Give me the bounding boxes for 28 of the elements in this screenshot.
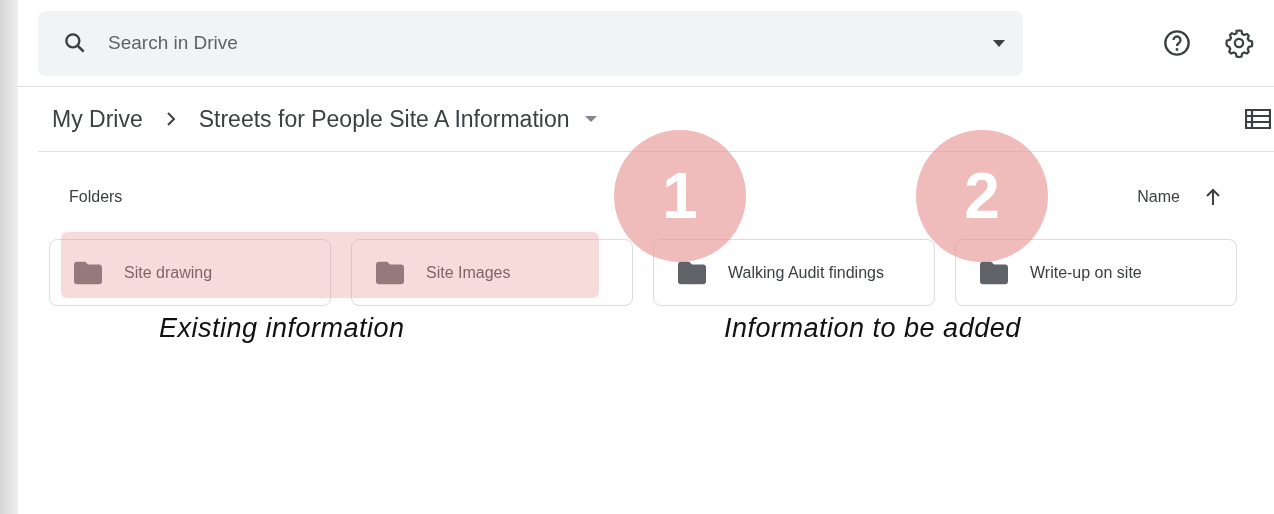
folder-icon [980, 260, 1008, 285]
settings-icon[interactable] [1224, 28, 1254, 58]
search-field[interactable]: Search in Drive [106, 27, 973, 59]
folder-card[interactable]: Site Images [351, 239, 633, 306]
folder-icon [678, 260, 706, 285]
sort-arrow-icon[interactable] [1206, 187, 1220, 206]
caption: Existing information [159, 312, 406, 345]
folder-name: Write-up on site [1030, 262, 1142, 283]
folder-icon [376, 260, 404, 285]
sort-button[interactable]: Name [1137, 184, 1180, 209]
breadcrumb-link[interactable]: Streets for People Site A Information [198, 101, 570, 137]
dropdown-icon[interactable] [991, 38, 1007, 48]
number-marker: 1 [614, 130, 746, 262]
list-view-icon[interactable] [1245, 108, 1271, 130]
section-label: Folders [69, 186, 123, 207]
breadcrumb-link[interactable]: My Drive [52, 101, 143, 137]
folder-name: Site drawing [124, 262, 213, 283]
help-icon[interactable] [1163, 29, 1191, 57]
folder-card[interactable]: Site drawing [49, 239, 331, 306]
caption: Information to be added [724, 312, 1021, 345]
folder-icon [74, 260, 102, 285]
folder-card[interactable]: Write-up on site [955, 239, 1237, 306]
folder-name: Walking Audit findings [728, 262, 884, 283]
search-bar[interactable]: Search in Drive [38, 10, 1023, 76]
folder-name: Site Images [426, 262, 511, 283]
chevron-icon [164, 111, 177, 127]
folder-card[interactable]: Walking Audit findings [653, 239, 935, 306]
number-marker: 2 [916, 130, 1048, 262]
